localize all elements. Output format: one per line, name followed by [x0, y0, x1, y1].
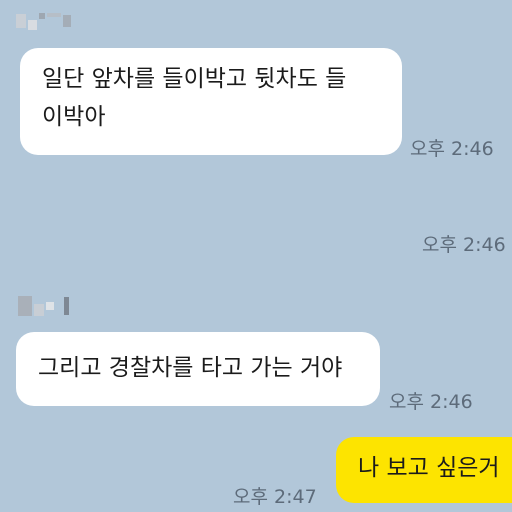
chat-room: 일단 앞차를 들이박고 뒷차도 들 이박아 오후 2:46 오후 2:46 그리…	[0, 0, 512, 512]
message-text: 일단 앞차를 들이박고 뒷차도 들	[42, 66, 347, 92]
message-timestamp: 오후 2:47	[233, 486, 317, 508]
sender-name-blurred	[16, 12, 71, 30]
message-timestamp: 오후 2:46	[422, 234, 506, 256]
message-timestamp: 오후 2:46	[410, 138, 494, 160]
message-text: 이박아	[42, 104, 106, 130]
message-bubble-outgoing[interactable]: 나 보고 싶은거	[336, 437, 512, 503]
message-text: 그리고 경찰차를 타고 가는 거야	[38, 355, 343, 381]
sender-name-blurred	[18, 296, 69, 316]
message-timestamp: 오후 2:46	[389, 391, 473, 413]
message-bubble-incoming[interactable]: 일단 앞차를 들이박고 뒷차도 들 이박아	[20, 48, 402, 155]
message-bubble-incoming[interactable]: 그리고 경찰차를 타고 가는 거야	[16, 332, 380, 406]
message-text: 나 보고 싶은거	[358, 455, 500, 481]
